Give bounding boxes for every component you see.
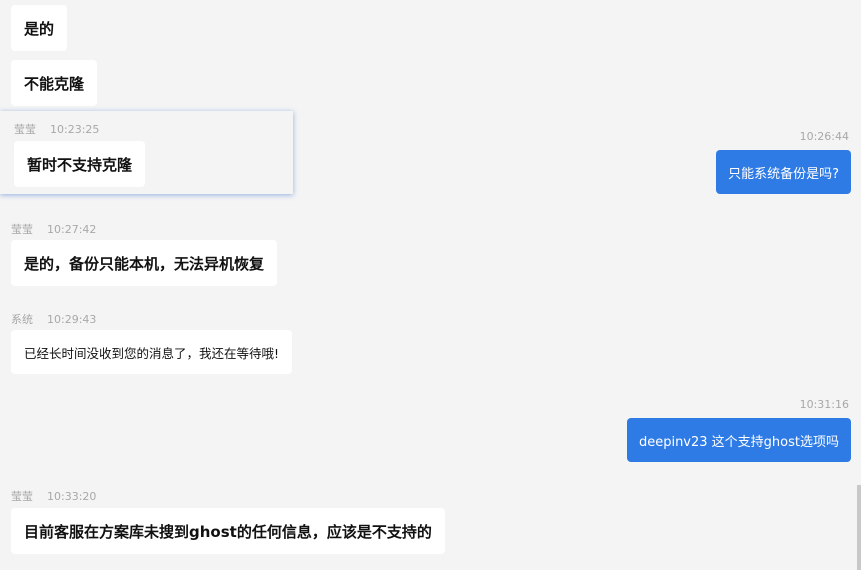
message-meta: 系统 10:29:43 [11,311,96,327]
timestamp: 10:31:16 [799,398,849,411]
sender-name: 莹莹 [11,223,33,236]
sender-name: 系统 [11,313,33,326]
system-message-bubble: 已经长时间没收到您的消息了，我还在等待哦! [11,330,293,374]
timestamp: 10:29:43 [47,313,97,326]
timestamp: 10:23:25 [50,123,100,136]
sender-name: 莹莹 [11,490,33,503]
timestamp: 10:26:44 [799,130,849,143]
sender-name: 莹莹 [14,123,36,136]
message-meta: 莹莹 10:33:20 [11,488,96,504]
timestamp: 10:27:42 [47,223,97,236]
outgoing-message-bubble: deepinv23 这个支持ghost选项吗 [626,418,851,462]
message-bubble: 是的 [11,5,68,51]
outgoing-message-bubble: 只能系统备份是吗? [716,150,851,194]
message-bubble: 目前客服在方案库未搜到ghost的任何信息，应该是不支持的 [11,508,445,554]
message-bubble: 暂时不支持克隆 [14,141,146,187]
scrollbar[interactable] [857,485,861,570]
message-bubble: 是的，备份只能本机，无法异机恢复 [11,240,278,286]
timestamp: 10:33:20 [47,490,97,503]
message-meta: 莹莹 10:23:25 [14,121,99,137]
message-bubble: 不能克隆 [11,60,98,106]
message-meta: 莹莹 10:27:42 [11,221,96,237]
